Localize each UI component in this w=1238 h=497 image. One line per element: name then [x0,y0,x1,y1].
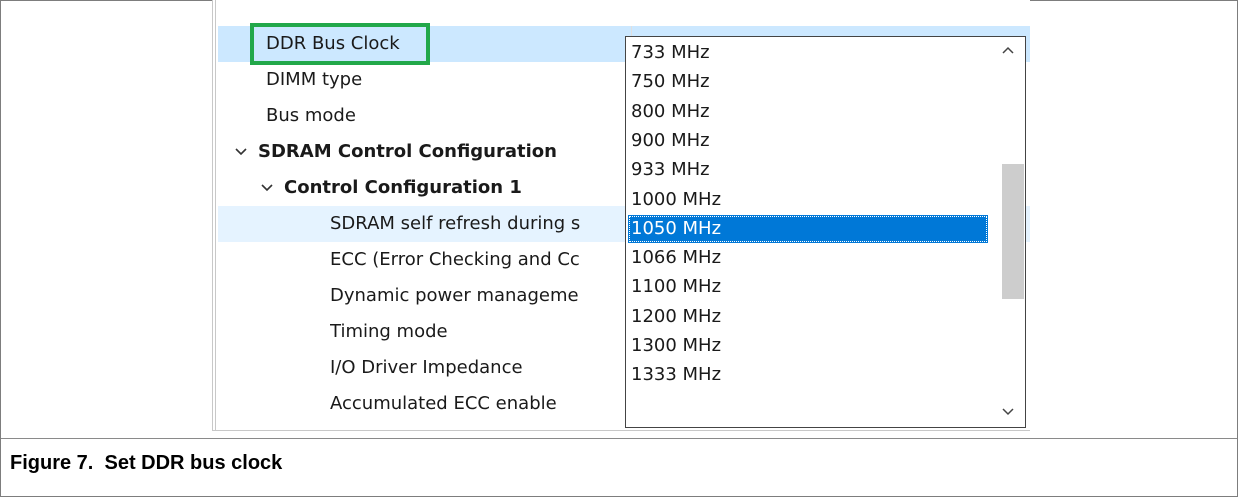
property-label: SDRAM self refresh during s [330,213,581,234]
clock-dropdown-list[interactable]: 733 MHz 750 MHz 800 MHz 900 MHz 933 MHz 1000 … [625,36,1026,428]
grid-bottom-line [212,430,1030,431]
left-border-line [215,0,216,431]
dropdown-option[interactable]: 933 MHz [628,156,988,184]
property-label: ECC (Error Checking and Cc [330,249,580,270]
dropdown-option[interactable]: 733 MHz [628,39,988,67]
dropdown-option[interactable]: 1333 MHz [628,361,988,389]
group-label: Control Configuration 1 [284,177,522,198]
chevron-down-icon[interactable] [259,180,275,196]
property-label: Dynamic power manageme [330,285,579,306]
dropdown-option[interactable]: 1000 MHz [628,186,988,214]
dropdown-option[interactable]: 1050 MHz [628,214,988,243]
dropdown-option[interactable]: 750 MHz [628,68,988,96]
property-label: I/O Driver Impedance [330,357,523,378]
highlight-box [250,23,430,65]
caption-divider [1,438,1237,439]
group-label: SDRAM Control Configuration [258,141,557,162]
property-label: DIMM type [266,69,363,90]
dropdown-option[interactable]: 900 MHz [628,127,988,155]
dropdown-option[interactable]: 1300 MHz [628,332,988,360]
left-border-line [212,0,213,431]
figure-caption-text: Set DDR bus clock [104,452,283,474]
scrollbar-thumb[interactable] [1002,163,1024,299]
dropdown-option[interactable]: 1200 MHz [628,303,988,331]
dropdown-option[interactable]: 1066 MHz [628,244,988,272]
chevron-up-icon[interactable] [1001,43,1015,57]
dropdown-option[interactable]: 1100 MHz [628,273,988,301]
dropdown-scrollbar[interactable] [990,37,1025,427]
properties-screenshot: DDR Bus Clock 1050 MHz DIMM type Bus mod… [212,0,1030,431]
figure-caption: Figure 7. Set DDR bus clock [10,452,282,475]
dropdown-option[interactable]: 800 MHz [628,98,988,126]
chevron-down-icon[interactable] [1001,405,1015,419]
figure-caption-label: Figure 7. [10,452,94,474]
property-label: Timing mode [330,321,448,342]
property-label: Accumulated ECC enable [330,393,557,414]
chevron-down-icon[interactable] [233,144,249,160]
property-label: Bus mode [266,105,356,126]
